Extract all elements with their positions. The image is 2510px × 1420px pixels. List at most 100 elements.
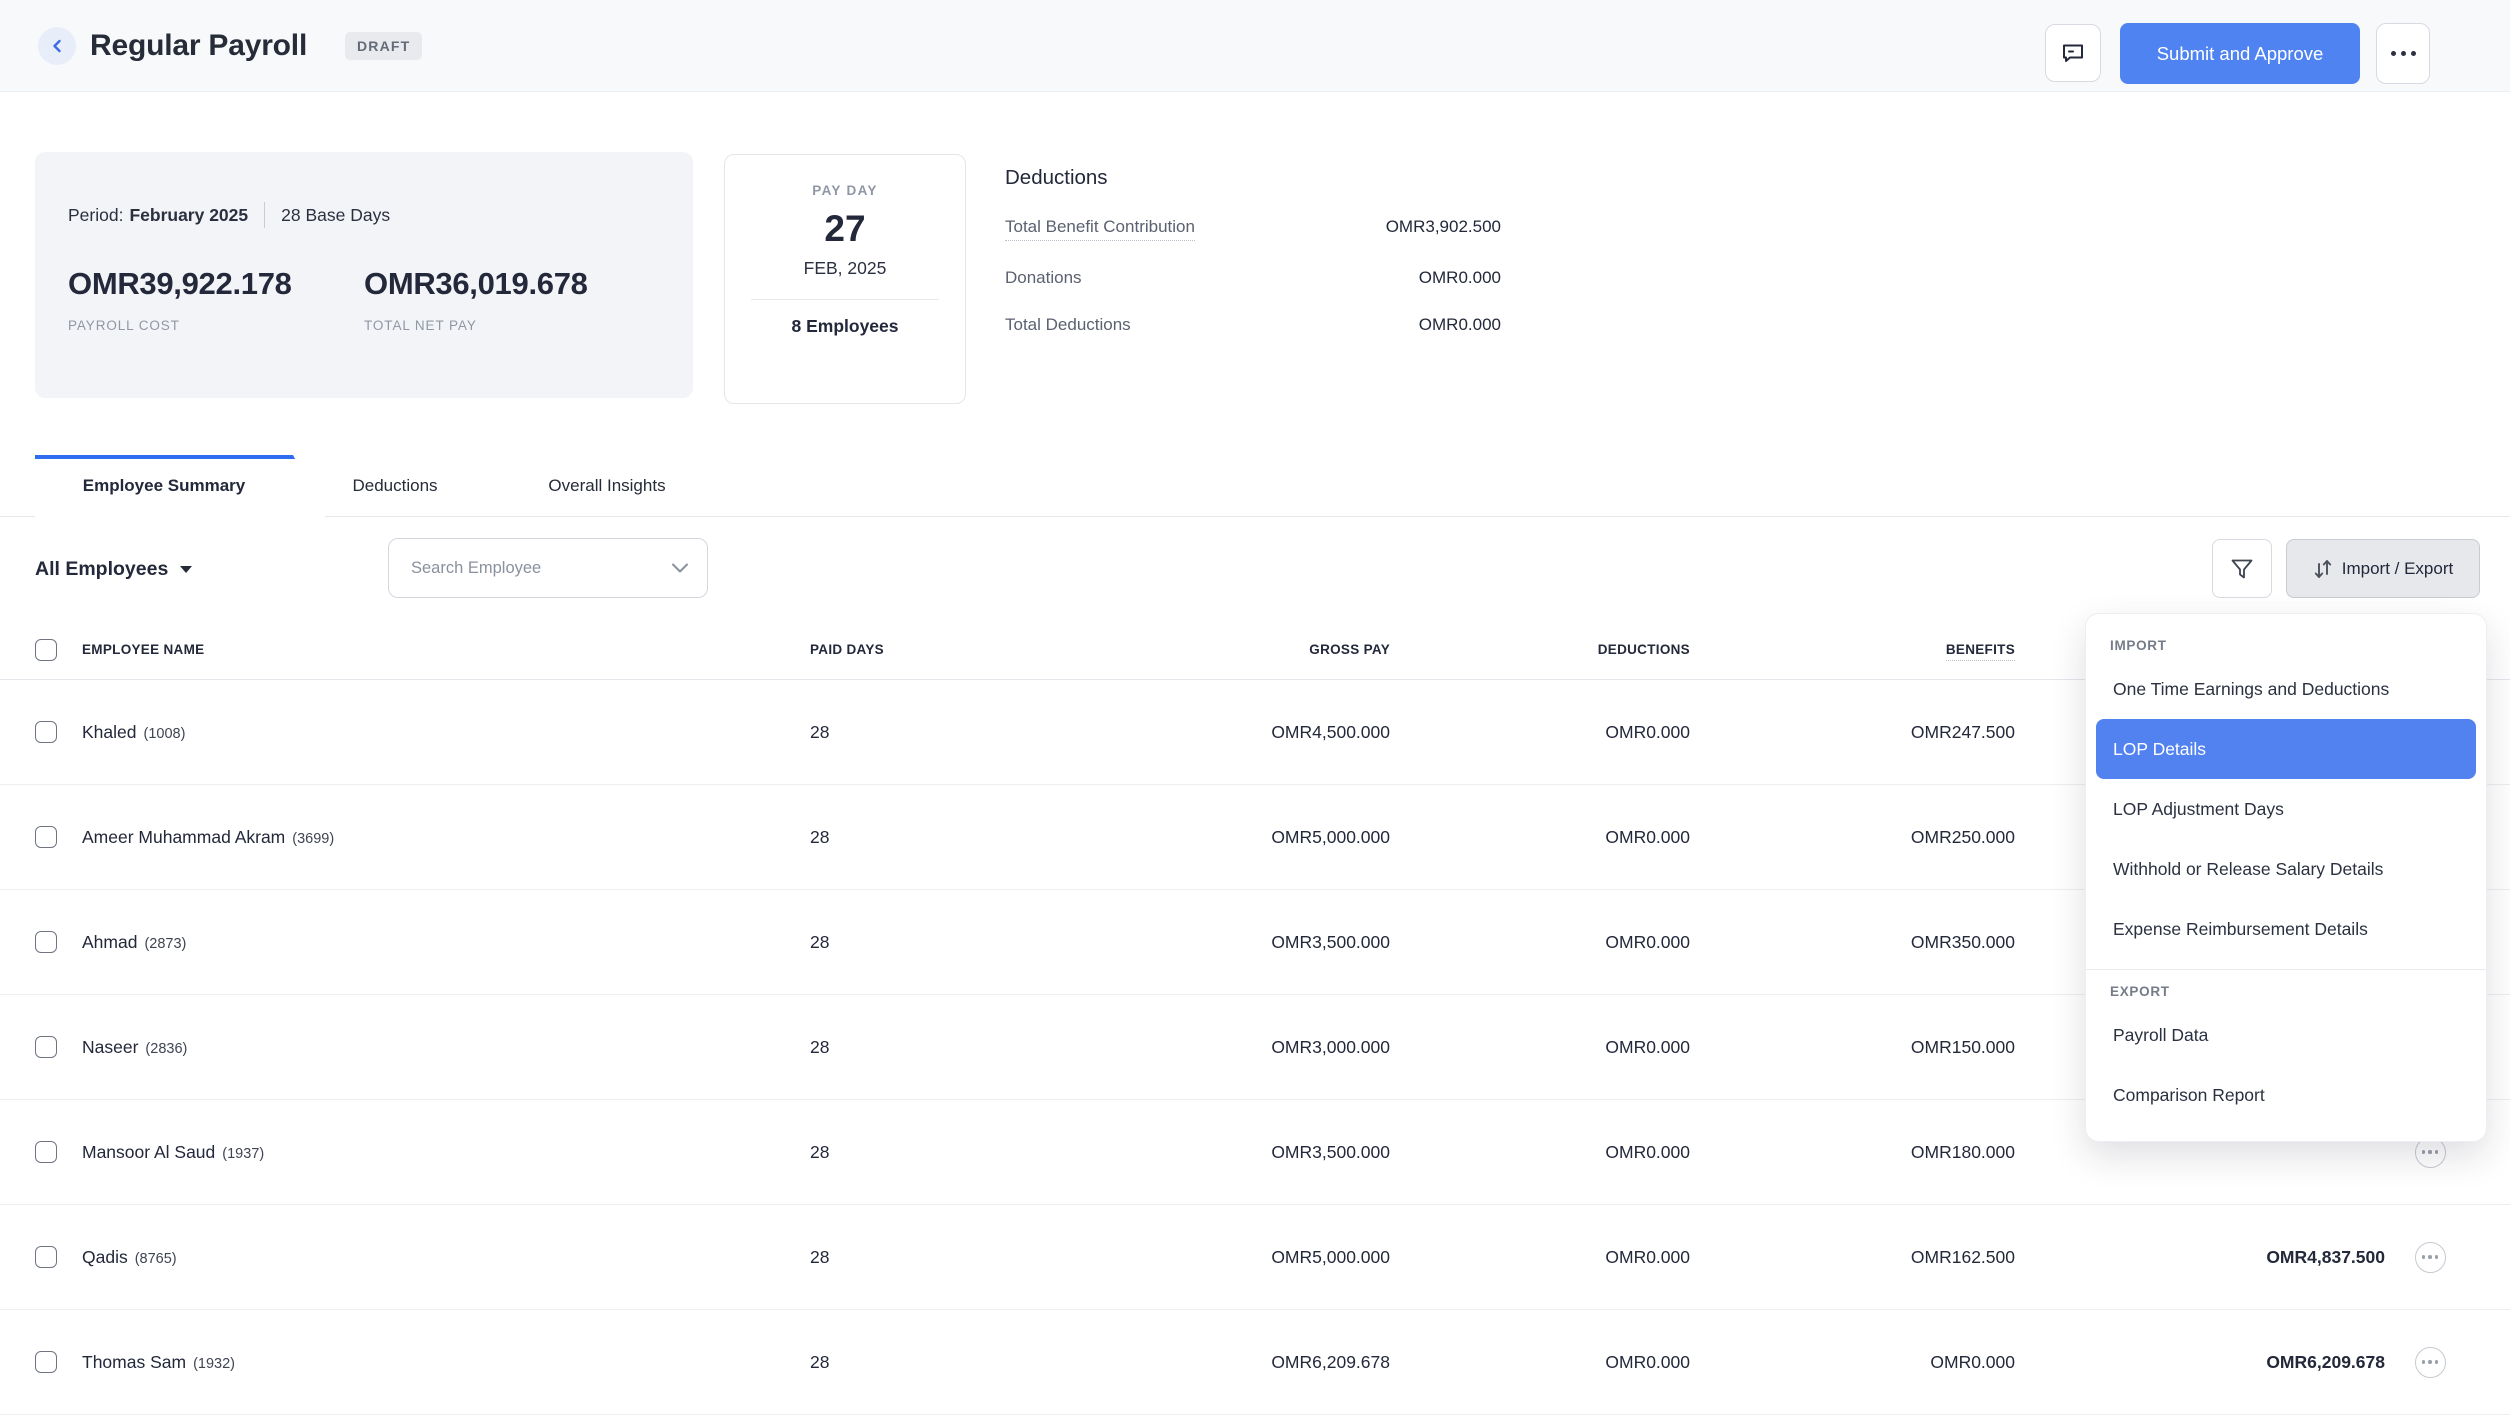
row-checkbox[interactable] [35, 1351, 57, 1373]
employee-name[interactable]: Mansoor Al Saud [82, 1142, 215, 1162]
col-paid-days: PAID DAYS [810, 642, 905, 657]
select-all-checkbox[interactable] [35, 639, 57, 661]
employee-name[interactable]: Khaled [82, 722, 137, 742]
menu-item-payroll-data[interactable]: Payroll Data [2096, 1005, 2476, 1065]
paid-days: 28 [810, 1247, 905, 1268]
row-checkbox[interactable] [35, 721, 57, 743]
benefits: OMR350.000 [1911, 932, 2015, 953]
tab-deductions[interactable]: Deductions [330, 455, 460, 517]
total-net-pay-label: TOTAL NET PAY [364, 318, 660, 333]
gross-pay: OMR3,000.000 [1271, 1037, 1390, 1058]
payroll-cost-value: OMR39,922.178 [68, 266, 364, 302]
total-benefit-contribution-value: OMR3,902.500 [1386, 217, 1501, 237]
gross-pay: OMR3,500.000 [1271, 932, 1390, 953]
topbar: Regular Payroll DRAFT Submit and Approve [0, 0, 2510, 92]
search-employee-select[interactable]: Search Employee [388, 538, 708, 598]
employee-name[interactable]: Qadis [82, 1247, 128, 1267]
tab-employee-summary[interactable]: Employee Summary [35, 455, 325, 517]
deductions: OMR0.000 [1605, 722, 1690, 743]
submit-and-approve-button[interactable]: Submit and Approve [2120, 23, 2360, 84]
menu-item-one-time-earnings[interactable]: One Time Earnings and Deductions [2096, 659, 2476, 719]
total-deductions-label: Total Deductions [1005, 315, 1131, 335]
back-chevron-icon [50, 39, 64, 53]
payroll-cost-label: PAYROLL COST [68, 318, 364, 333]
gross-pay: OMR5,000.000 [1271, 1247, 1390, 1268]
menu-item-expense-reimbursement[interactable]: Expense Reimbursement Details [2096, 899, 2476, 959]
filter-icon [2229, 556, 2255, 582]
employee-id: (8765) [135, 1251, 177, 1267]
gross-pay: OMR3,500.000 [1271, 1142, 1390, 1163]
benefits: OMR180.000 [1911, 1142, 2015, 1163]
payday-card: PAY DAY 27 FEB, 2025 8 Employees [724, 154, 966, 404]
employee-id: (2873) [144, 936, 186, 952]
total-net-pay-value: OMR36,019.678 [364, 266, 660, 302]
divider [264, 202, 265, 228]
employee-id: (3699) [292, 831, 334, 847]
benefits: OMR150.000 [1911, 1037, 2015, 1058]
paid-days: 28 [810, 827, 905, 848]
employee-id: (2836) [145, 1041, 187, 1057]
employee-id: (1937) [222, 1146, 264, 1162]
import-export-button[interactable]: Import / Export [2286, 539, 2480, 598]
col-deductions: DEDUCTIONS [1598, 642, 1690, 657]
divider [751, 299, 939, 300]
period-label: Period: [68, 205, 123, 226]
paid-days: 28 [810, 722, 905, 743]
deductions: OMR0.000 [1605, 827, 1690, 848]
employee-name[interactable]: Thomas Sam [82, 1352, 186, 1372]
menu-item-lop-details[interactable]: LOP Details [2096, 719, 2476, 779]
net-pay: OMR4,837.500 [2266, 1247, 2385, 1268]
row-checkbox[interactable] [35, 1036, 57, 1058]
employee-name[interactable]: Ameer Muhammad Akram [82, 827, 285, 847]
menu-item-lop-adjustment-days[interactable]: LOP Adjustment Days [2096, 779, 2476, 839]
filter-button[interactable] [2212, 539, 2272, 598]
menu-section-export: EXPORT [2086, 976, 2486, 1005]
back-button[interactable] [38, 27, 76, 65]
comments-button[interactable] [2045, 24, 2101, 82]
paid-days: 28 [810, 1142, 905, 1163]
menu-item-withhold-release-salary[interactable]: Withhold or Release Salary Details [2096, 839, 2476, 899]
period-card: Period: February 2025 28 Base Days OMR39… [35, 152, 693, 398]
col-gross-pay: GROSS PAY [1309, 642, 1390, 657]
gross-pay: OMR4,500.000 [1271, 722, 1390, 743]
deductions-summary: Deductions Total Benefit Contribution OM… [1005, 166, 1501, 335]
status-badge: DRAFT [345, 32, 422, 60]
employee-id: (1008) [144, 726, 186, 742]
period-value: February 2025 [129, 205, 248, 226]
row-menu-icon[interactable] [2415, 1242, 2446, 1273]
benefits: OMR247.500 [1911, 722, 2015, 743]
employee-name[interactable]: Naseer [82, 1037, 138, 1057]
paid-days: 28 [810, 1037, 905, 1058]
base-days: 28 Base Days [281, 205, 390, 226]
chevron-down-icon [671, 562, 689, 574]
paid-days: 28 [810, 1352, 905, 1373]
gross-pay: OMR5,000.000 [1271, 827, 1390, 848]
menu-section-import: IMPORT [2086, 630, 2486, 659]
benefits: OMR162.500 [1911, 1247, 2015, 1268]
payday-month-year: FEB, 2025 [725, 258, 965, 279]
employee-name[interactable]: Ahmad [82, 932, 137, 952]
row-checkbox[interactable] [35, 1246, 57, 1268]
col-benefits[interactable]: BENEFITS [1946, 642, 2015, 661]
caret-down-icon [180, 566, 192, 573]
row-checkbox[interactable] [35, 1141, 57, 1163]
paid-days: 28 [810, 932, 905, 953]
menu-divider [2086, 969, 2486, 970]
donations-value: OMR0.000 [1419, 268, 1501, 288]
payday-day: 27 [725, 208, 965, 250]
search-employee-placeholder: Search Employee [411, 559, 541, 578]
deductions: OMR0.000 [1605, 1142, 1690, 1163]
row-menu-icon[interactable] [2415, 1347, 2446, 1378]
import-export-menu: IMPORT One Time Earnings and Deductions … [2085, 613, 2487, 1142]
total-benefit-contribution-label[interactable]: Total Benefit Contribution [1005, 217, 1195, 241]
row-checkbox[interactable] [35, 931, 57, 953]
tab-overall-insights[interactable]: Overall Insights [512, 455, 702, 517]
deductions: OMR0.000 [1605, 932, 1690, 953]
total-deductions-value: OMR0.000 [1419, 315, 1501, 335]
employee-group-filter[interactable]: All Employees [35, 540, 192, 598]
table-row: Qadis(8765) 28 OMR5,000.000 OMR0.000 OMR… [0, 1205, 2510, 1310]
page-title: Regular Payroll [90, 0, 307, 92]
more-options-button[interactable] [2376, 23, 2430, 84]
menu-item-comparison-report[interactable]: Comparison Report [2096, 1065, 2476, 1125]
row-checkbox[interactable] [35, 826, 57, 848]
